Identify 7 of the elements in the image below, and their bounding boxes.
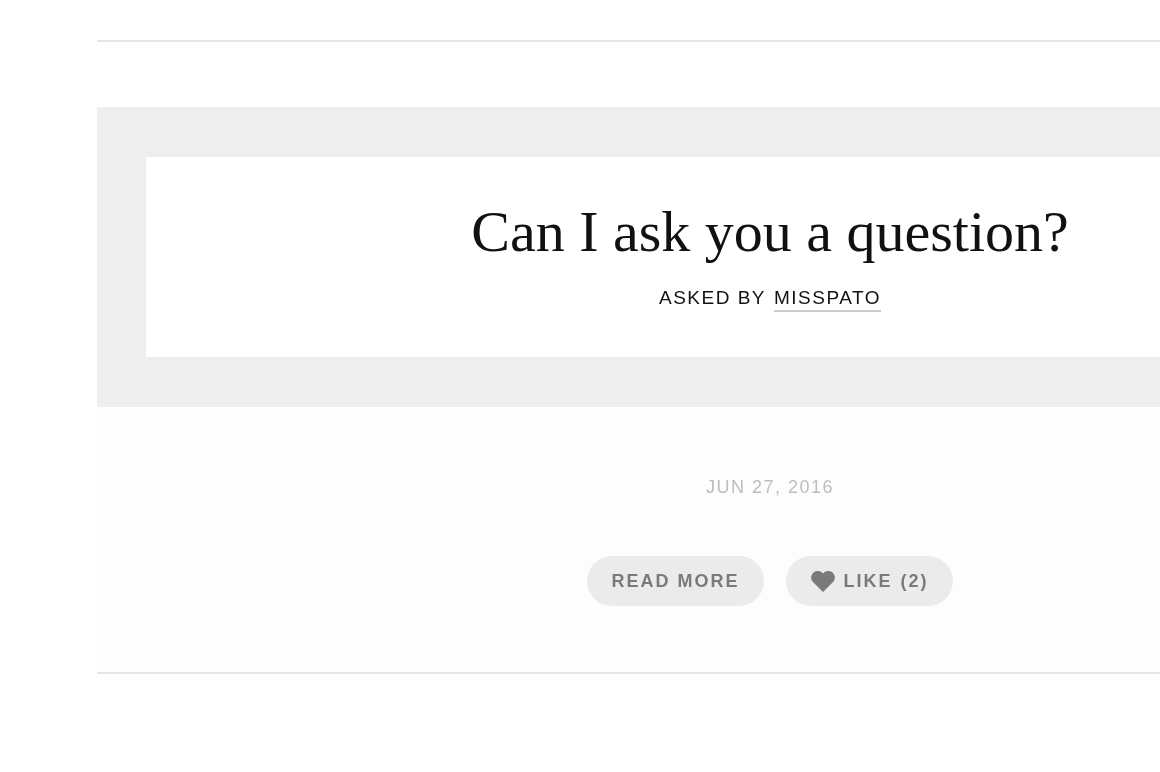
byline-label: ASKED BY	[658, 286, 766, 310]
heart-icon	[809, 570, 836, 592]
post-date: JUN 27, 2016	[705, 477, 835, 498]
read-more-button[interactable]: READ MORE	[587, 556, 764, 606]
post-title: Can I ask you a question?	[471, 202, 1069, 261]
author-link[interactable]: MISSPATO	[774, 286, 882, 312]
like-button[interactable]: LIKE (2)	[785, 556, 953, 606]
